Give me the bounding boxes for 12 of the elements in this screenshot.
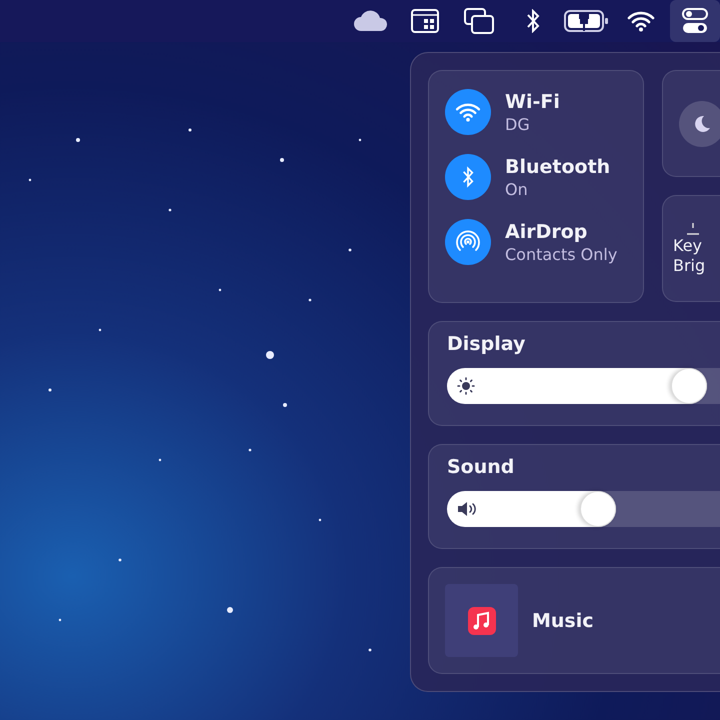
slider-title: Display xyxy=(447,332,526,356)
toggle-title: Wi-Fi xyxy=(505,90,560,114)
toggle-status: Contacts Only xyxy=(505,244,618,264)
toggle-status: On xyxy=(505,178,529,200)
tile-label: Brig xyxy=(673,256,706,276)
toggle-title: AirDrop xyxy=(505,220,588,244)
tile-label: Key xyxy=(673,236,704,256)
toggle-title: Bluetooth xyxy=(505,154,610,178)
now-playing-title: Music xyxy=(532,608,594,632)
slider-title: Sound xyxy=(447,455,516,479)
keyboard-brightness-tile[interactable]: Key Brig xyxy=(662,195,720,302)
toggle-status: DG xyxy=(505,114,531,134)
